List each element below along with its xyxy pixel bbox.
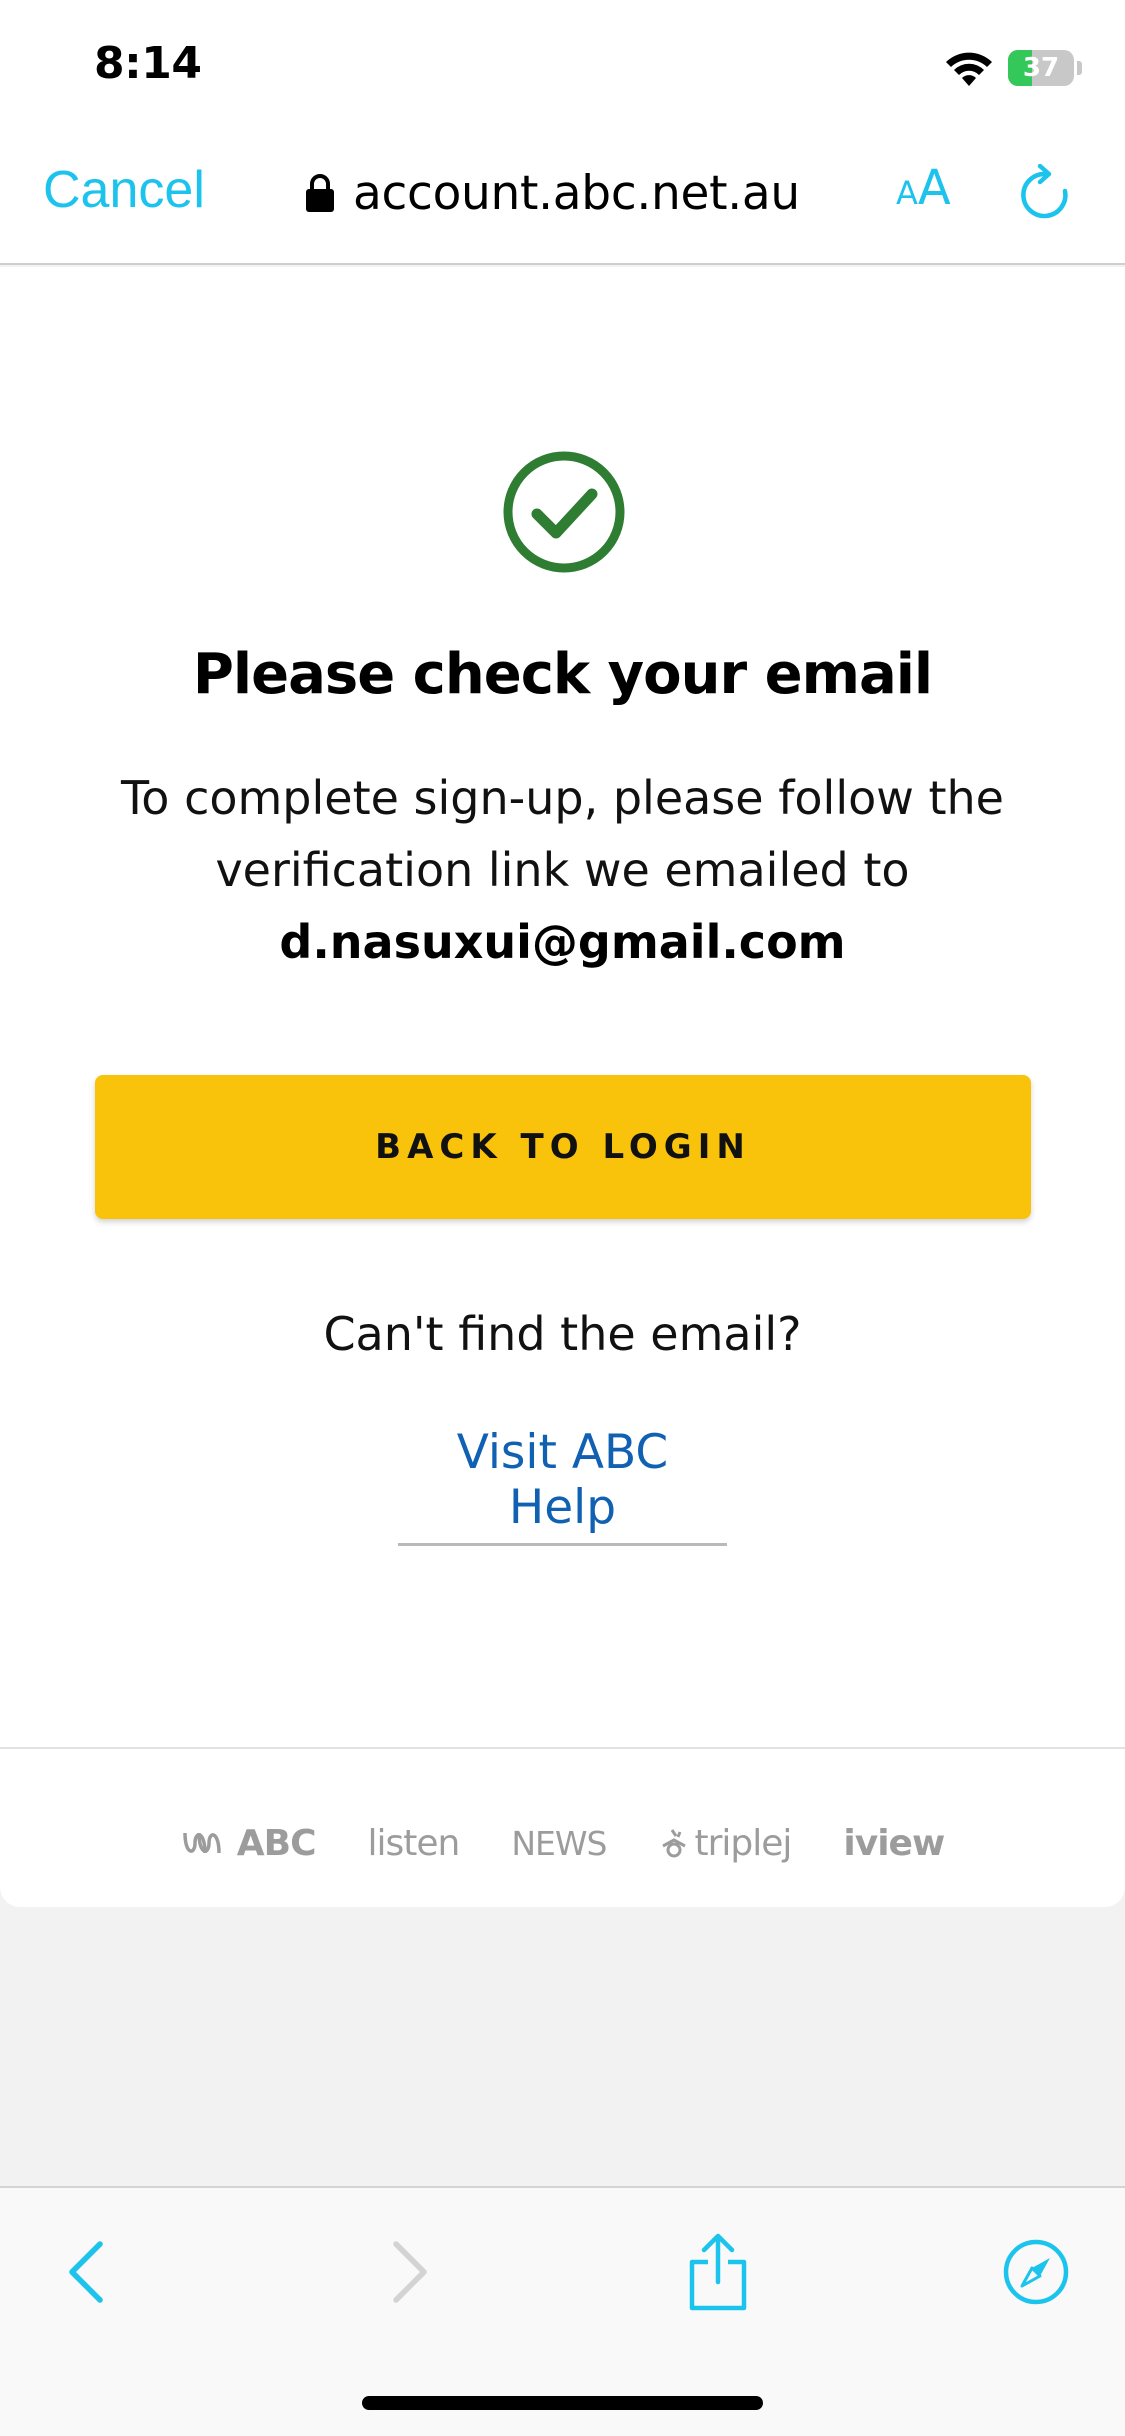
- wifi-icon: [946, 52, 992, 86]
- abc-lissajous-icon: [183, 1832, 221, 1854]
- home-indicator: [362, 2396, 763, 2410]
- check-circle-icon: [503, 451, 625, 573]
- instruction-text: To complete sign-up, please follow the v…: [121, 771, 1004, 897]
- reload-icon[interactable]: [1018, 164, 1072, 222]
- visit-abc-help-link[interactable]: Visit ABC Help: [398, 1425, 727, 1546]
- cant-find-text: Can't find the email?: [323, 1307, 802, 1361]
- page-title: Please check your email: [192, 642, 933, 707]
- listen-logo-text: listen: [367, 1822, 461, 1864]
- email-address: d.nasuxui@gmail.com: [279, 915, 846, 969]
- forward-icon[interactable]: [390, 2240, 430, 2304]
- url-text: account.abc.net.au: [353, 165, 800, 221]
- text-size-big: A: [917, 160, 951, 216]
- lock-icon: [306, 174, 334, 212]
- footer-divider: [0, 1747, 1125, 1749]
- cancel-button[interactable]: Cancel: [43, 160, 205, 220]
- status-time: 8:14: [94, 38, 202, 89]
- iview-logo[interactable]: iview: [843, 1822, 945, 1864]
- back-icon[interactable]: [66, 2240, 106, 2304]
- battery-nub: [1077, 61, 1082, 75]
- battery-level: 37: [1022, 53, 1060, 83]
- triplej-icon: [662, 1829, 687, 1858]
- news-logo-text: NEWS: [511, 1823, 607, 1863]
- triplej-logo[interactable]: triplej: [658, 1822, 792, 1864]
- battery-icon: 37: [1008, 50, 1074, 86]
- status-bar: 8:14 37: [0, 0, 1125, 130]
- compass-icon[interactable]: [1002, 2238, 1070, 2306]
- triplej-logo-text: triplej: [694, 1822, 792, 1864]
- iview-logo-text: iview: [843, 1822, 945, 1864]
- listen-logo[interactable]: listen: [367, 1822, 461, 1864]
- back-to-login-button[interactable]: BACK TO LOGIN: [95, 1075, 1031, 1219]
- browser-header: Cancel account.abc.net.au AA: [0, 130, 1125, 265]
- news-logo[interactable]: NEWS: [511, 1823, 607, 1863]
- address-bar[interactable]: account.abc.net.au: [305, 158, 800, 228]
- text-size-small: A: [896, 174, 918, 212]
- abc-logo-text: ABC: [236, 1822, 317, 1864]
- share-icon[interactable]: [686, 2232, 750, 2312]
- abc-logo[interactable]: ABC: [181, 1823, 316, 1864]
- footer-logos: ABC listen NEWS triplej iview: [0, 1803, 1125, 1883]
- content-card: Please check your email To complete sign…: [0, 267, 1125, 1907]
- text-size-button[interactable]: AA: [896, 160, 951, 216]
